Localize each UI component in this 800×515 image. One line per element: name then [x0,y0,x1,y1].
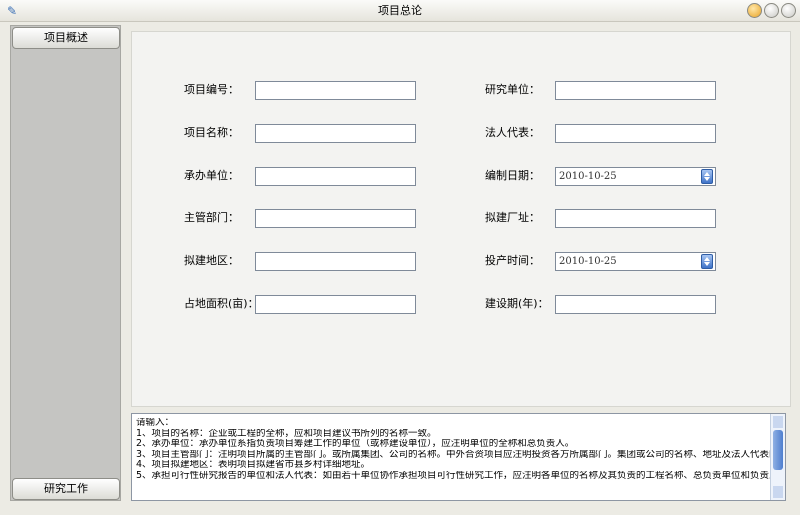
production-time-picker[interactable]: 2010-10-25 [555,252,716,271]
land-area-input[interactable] [255,295,416,314]
help-line: 3、项目主管部门：注明项目所属的主管部门。或所属集团、公司的名称。中外合资项目应… [136,449,770,460]
scroll-up-icon[interactable] [773,416,783,428]
research-unit-label: 研究单位： [485,83,540,96]
help-text: 请输入： 1、项目的名称：企业或工程的全称，应和项目建议书所列的名称一致。 2、… [136,418,770,481]
production-time-label: 投产时间： [485,254,540,267]
scroll-down-icon[interactable] [773,486,783,498]
legal-representative-label: 法人代表： [485,126,540,139]
project-number-label: 项目编号： [184,83,239,96]
project-overview-button[interactable]: 项目概述 [12,27,120,49]
proposed-region-input[interactable] [255,252,416,271]
help-textarea[interactable]: 请输入： 1、项目的名称：企业或工程的全称，应和项目建议书所列的名称一致。 2、… [131,413,786,501]
compile-date-picker[interactable]: 2010-10-25 [555,167,716,186]
competent-department-input[interactable] [255,209,416,228]
sidebar [10,25,121,501]
help-line: 4、项目拟建地区：表明项目拟建省市县乡村详细地址。 [136,460,371,470]
proposed-site-label: 拟建厂址： [485,211,540,224]
project-name-label: 项目名称： [184,126,239,139]
production-time-value: 2010-10-25 [559,256,617,267]
project-number-input[interactable] [255,81,416,100]
title-bar: ✎ 项目总论 [0,0,800,22]
window-title: 项目总论 [378,4,422,17]
compile-date-value: 2010-10-25 [559,171,617,182]
help-scrollbar[interactable] [770,414,785,500]
competent-department-label: 主管部门： [184,211,239,224]
host-unit-label: 承办单位： [184,169,239,182]
proposed-site-input[interactable] [555,209,716,228]
help-line: 请输入： [136,418,175,428]
construction-period-input[interactable] [555,295,716,314]
minimize-button[interactable] [747,3,762,18]
construction-period-label: 建设期(年)： [485,297,549,310]
proposed-region-label: 拟建地区： [184,254,239,267]
help-line: 5、承担可行性研究报告的单位和法人代表：如由若干单位协作承担项目可行性研究工作，… [136,470,770,481]
land-area-label: 占地面积(亩)： [184,297,259,310]
spinner-icon[interactable] [701,254,713,269]
project-name-input[interactable] [255,124,416,143]
compile-date-label: 编制日期： [485,169,540,182]
research-work-button[interactable]: 研究工作 [12,478,120,500]
help-line: 1、项目的名称：企业或工程的全称，应和项目建议书所列的名称一致。 [136,428,437,439]
maximize-button[interactable] [764,3,779,18]
close-button[interactable] [781,3,796,18]
scroll-thumb[interactable] [773,430,783,470]
research-unit-input[interactable] [555,81,716,100]
help-line: 2、承办单位：承办单位系指负责项目筹建工作的单位（或称建设单位），应注明单位的全… [136,439,575,449]
legal-representative-input[interactable] [555,124,716,143]
host-unit-input[interactable] [255,167,416,186]
spinner-icon[interactable] [701,169,713,184]
